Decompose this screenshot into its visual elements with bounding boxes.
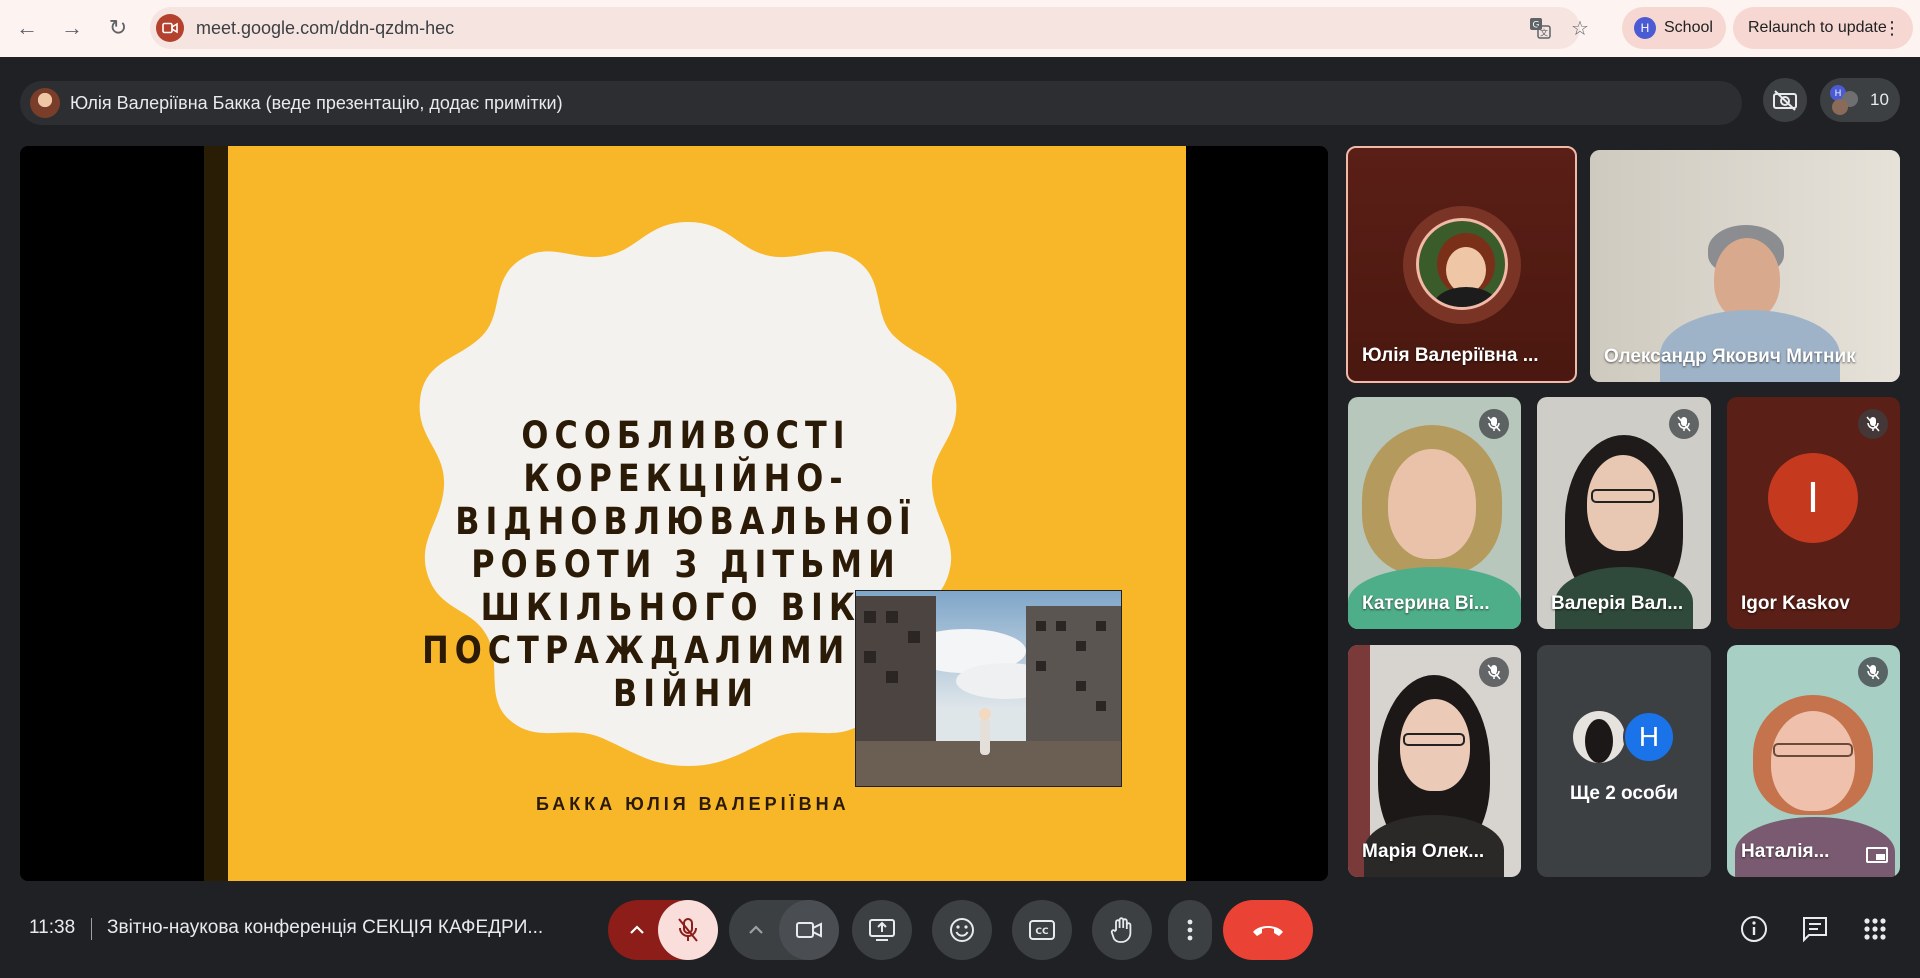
more-icon bbox=[1187, 919, 1193, 941]
present-icon bbox=[869, 919, 895, 941]
relaunch-button[interactable]: Relaunch to update ⋮ bbox=[1733, 7, 1913, 49]
meeting-clock: 11:38 bbox=[29, 917, 76, 938]
presenter-label: Юлія Валеріївна Бакка (веде презентацію,… bbox=[70, 92, 563, 113]
chat-icon[interactable] bbox=[1800, 914, 1830, 944]
mic-off-icon bbox=[1479, 657, 1509, 687]
profile-avatar: H bbox=[1634, 17, 1656, 39]
mic-off-icon bbox=[1858, 409, 1888, 439]
others-label: Ще 2 особи bbox=[1570, 783, 1678, 804]
presenter-avatar bbox=[30, 88, 60, 118]
participant-name: Igor Kaskov bbox=[1741, 593, 1850, 614]
chevron-up-icon bbox=[630, 925, 644, 934]
leave-call-button[interactable] bbox=[1223, 900, 1313, 960]
apps-icon[interactable] bbox=[1860, 914, 1890, 944]
mic-toggle-button[interactable] bbox=[658, 900, 718, 960]
reload-icon[interactable]: ↻ bbox=[103, 13, 133, 43]
participant-tile-valeria[interactable]: Валерія Вал... bbox=[1537, 397, 1711, 629]
reactions-button[interactable] bbox=[932, 900, 992, 960]
presentation-slide: ОСОБЛИВОСТІ КОРЕКЦІЙНО-ВІДНОВЛЮВАЛЬНОЇ Р… bbox=[206, 146, 1186, 881]
mic-off-icon bbox=[1479, 409, 1509, 439]
star-icon[interactable]: ☆ bbox=[1568, 16, 1592, 40]
participants-button[interactable]: H 10 bbox=[1820, 78, 1900, 122]
participant-avatar bbox=[1416, 218, 1508, 310]
captions-button[interactable]: CC bbox=[1012, 900, 1072, 960]
more-vert-icon[interactable]: ⋮ bbox=[1883, 17, 1901, 39]
camera-toggle-button[interactable] bbox=[779, 900, 839, 960]
participant-name: Наталія... bbox=[1741, 841, 1830, 862]
participant-avatar: I bbox=[1768, 453, 1858, 543]
back-icon[interactable]: ← bbox=[12, 13, 42, 43]
pip-icon[interactable] bbox=[1866, 847, 1888, 863]
participant-name: Марія Олек... bbox=[1362, 841, 1485, 862]
participant-tile-others[interactable]: H Ще 2 особи bbox=[1537, 645, 1711, 877]
captions-icon: CC bbox=[1029, 920, 1055, 940]
presentation-stage[interactable]: ОСОБЛИВОСТІ КОРЕКЦІЙНО-ВІДНОВЛЮВАЛЬНОЇ Р… bbox=[20, 146, 1328, 881]
participant-name: Валерія Вал... bbox=[1551, 593, 1684, 614]
address-bar[interactable]: meet.google.com/ddn-qzdm-hec G文 ☆ bbox=[150, 7, 1589, 49]
slide-photo bbox=[855, 590, 1122, 787]
participant-name: Катерина Ві... bbox=[1362, 593, 1490, 614]
mic-off-icon bbox=[678, 918, 698, 942]
mic-off-icon bbox=[1858, 657, 1888, 687]
more-options-button[interactable] bbox=[1168, 900, 1212, 960]
participant-tile-igor[interactable]: I Igor Kaskov bbox=[1727, 397, 1900, 629]
participant-tile-natalia[interactable]: Наталія... bbox=[1727, 645, 1900, 877]
camera-off-icon[interactable] bbox=[1763, 78, 1807, 122]
participant-tile-maria[interactable]: Марія Олек... bbox=[1348, 645, 1521, 877]
raise-hand-button[interactable] bbox=[1092, 900, 1152, 960]
svg-text:CC: CC bbox=[1035, 927, 1049, 937]
presenter-banner[interactable]: Юлія Валеріївна Бакка (веде презентацію,… bbox=[20, 81, 1742, 125]
others-avatar-photo bbox=[1573, 711, 1625, 763]
emoji-icon bbox=[950, 918, 974, 942]
profile-button[interactable]: H School bbox=[1622, 7, 1726, 49]
participant-tile-kateryna[interactable]: Катерина Ві... bbox=[1348, 397, 1521, 629]
mic-off-icon bbox=[1669, 409, 1699, 439]
profile-label: School bbox=[1664, 19, 1713, 36]
participant-count: 10 bbox=[1870, 90, 1889, 109]
hand-icon bbox=[1110, 917, 1132, 943]
meet-site-icon bbox=[156, 14, 184, 42]
forward-icon[interactable]: → bbox=[57, 13, 87, 43]
others-avatar-initial: H bbox=[1623, 711, 1675, 763]
meeting-title: Звітно-наукова конференція СЕКЦІЯ КАФЕДР… bbox=[107, 917, 544, 938]
slide-author: БАККА ЮЛІЯ ВАЛЕРІЇВНА bbox=[536, 794, 850, 814]
people-avatars: H bbox=[1830, 85, 1860, 115]
end-call-icon bbox=[1253, 926, 1283, 936]
participant-name: Юлія Валеріївна ... bbox=[1362, 345, 1539, 366]
info-icon[interactable] bbox=[1739, 914, 1769, 944]
participant-tile-julia[interactable]: Юлія Валеріївна ... bbox=[1346, 146, 1577, 383]
chevron-up-icon bbox=[749, 925, 763, 934]
svg-text:文: 文 bbox=[1540, 28, 1548, 38]
browser-toolbar: ← → ↻ meet.google.com/ddn-qzdm-hec G文 ☆ … bbox=[0, 0, 1920, 57]
relaunch-label: Relaunch to update bbox=[1748, 19, 1887, 36]
url-text: meet.google.com/ddn-qzdm-hec bbox=[196, 18, 455, 38]
videocam-icon bbox=[796, 922, 822, 938]
translate-icon[interactable]: G文 bbox=[1528, 16, 1552, 40]
participant-tile-oleksandr[interactable]: Олександр Якович Митник bbox=[1590, 150, 1900, 382]
present-button[interactable] bbox=[852, 900, 912, 960]
participant-name: Олександр Якович Митник bbox=[1604, 346, 1856, 367]
